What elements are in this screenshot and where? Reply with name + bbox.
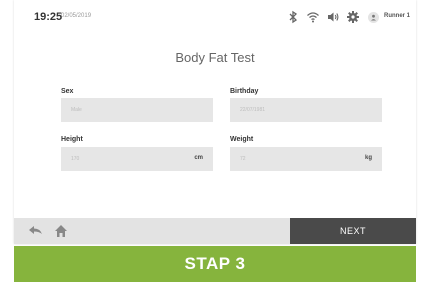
sex-label: Sex <box>61 88 74 95</box>
weight-label: Weight <box>230 136 254 143</box>
height-label: Height <box>61 136 83 143</box>
wifi-icon[interactable] <box>306 10 320 24</box>
birthday-value: 22/07/1981 <box>240 107 266 113</box>
weight-field[interactable]: 72 kg <box>230 147 382 171</box>
page-title: Body Fat Test <box>175 50 255 65</box>
nav-bar <box>14 218 290 244</box>
user-icon[interactable] <box>368 12 379 23</box>
clock-time: 19:25 <box>34 11 63 23</box>
step-banner: STAP 3 <box>14 246 416 282</box>
height-value: 170 <box>71 156 80 162</box>
volume-icon[interactable] <box>326 10 340 24</box>
birthday-label: Birthday <box>230 88 259 95</box>
height-unit: cm <box>194 155 203 161</box>
bottom-bar: NEXT <box>14 218 416 244</box>
next-button[interactable]: NEXT <box>290 218 416 244</box>
gear-icon[interactable] <box>346 10 360 24</box>
back-icon[interactable] <box>28 224 44 243</box>
home-icon[interactable] <box>54 224 68 243</box>
bluetooth-icon[interactable] <box>286 10 300 24</box>
sex-value: Male <box>71 107 82 113</box>
weight-value: 72 <box>240 156 246 162</box>
height-field[interactable]: 170 cm <box>61 147 213 171</box>
birthday-field[interactable]: 22/07/1981 <box>230 98 382 122</box>
device-screen: 19:25 02/05/2019 Runner 1 Body Fat Test … <box>14 0 416 244</box>
user-name[interactable]: Runner 1 <box>384 13 410 19</box>
sex-field[interactable]: Male <box>61 98 213 122</box>
clock-date: 02/05/2019 <box>61 13 92 19</box>
status-bar: 19:25 02/05/2019 Runner 1 <box>14 0 416 34</box>
weight-unit: kg <box>364 155 372 161</box>
